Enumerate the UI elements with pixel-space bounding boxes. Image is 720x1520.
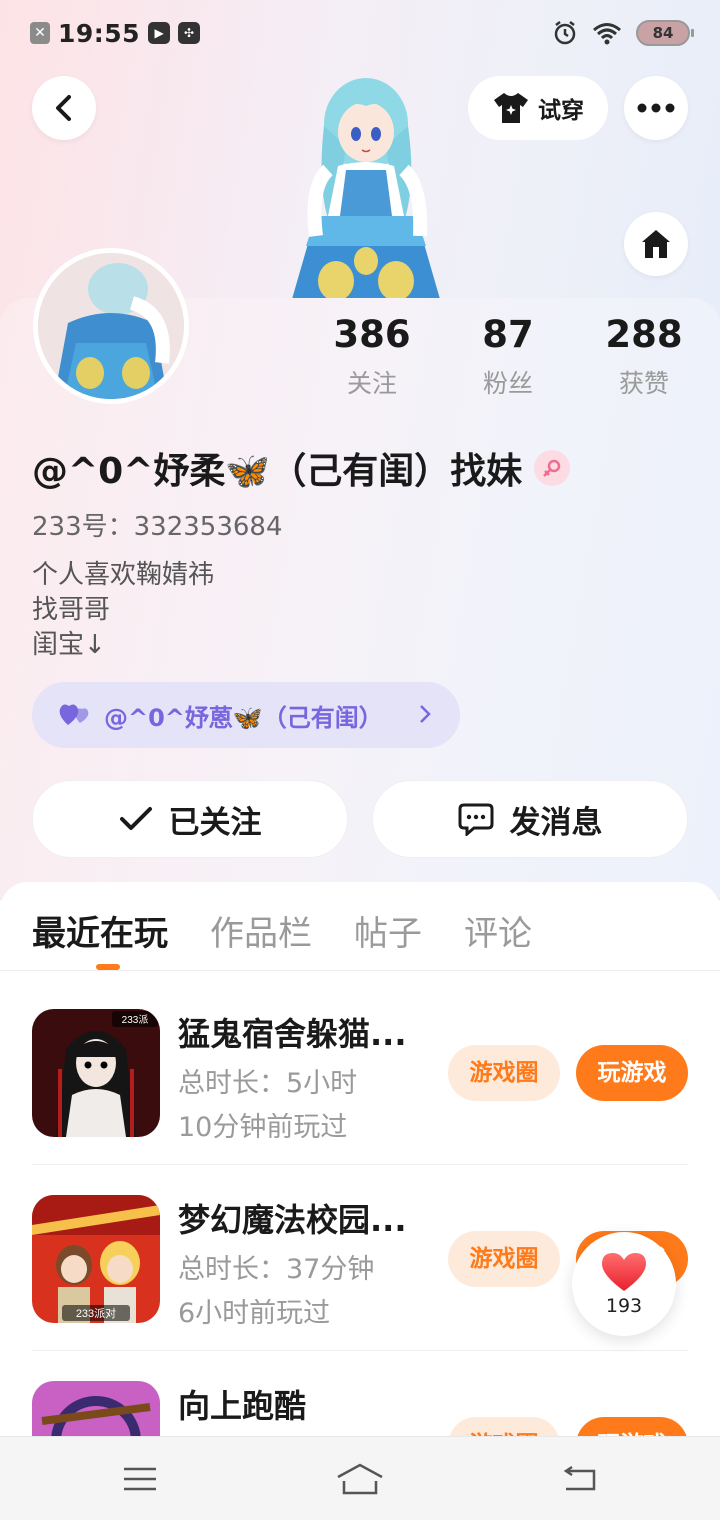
bio-line: 个人喜欢鞠婧祎	[32, 560, 215, 590]
row-divider	[32, 1164, 688, 1165]
couple-link[interactable]: @^0^妤蒽🦋（己有闺）	[32, 682, 460, 748]
couple-label: @^0^妤蒽🦋（己有闺）	[104, 703, 383, 732]
more-icon	[637, 103, 675, 113]
more-button[interactable]	[624, 76, 688, 140]
check-icon	[119, 807, 152, 830]
menu-icon	[124, 1467, 156, 1491]
tab-posts[interactable]: 帖子	[354, 906, 422, 955]
send-message-label: 发消息	[509, 804, 603, 841]
status-time: 19:55	[58, 18, 141, 48]
tab-bar: 最近在玩 作品栏 帖子 评论	[32, 906, 574, 955]
return-icon	[563, 1465, 596, 1491]
game-circle-button[interactable]: 游戏圈	[448, 1045, 560, 1101]
game-last-played: 10分钟前玩过	[178, 1112, 348, 1143]
try-on-button[interactable]: 试穿	[468, 76, 608, 140]
game-total-duration: 总时长：5小时	[178, 1068, 358, 1099]
like-count: 193	[605, 1295, 643, 1317]
game-row[interactable]: 233派 猛鬼宿舍躲猫... 总时长：5小时 10分钟前玩过 游戏圈 玩游戏	[32, 1009, 688, 1143]
back-nav-button[interactable]	[550, 1457, 610, 1501]
play-game-button[interactable]: 玩游戏	[576, 1045, 688, 1101]
notification-icon: ✕	[30, 22, 50, 44]
user-id: 233号：332353684	[32, 512, 283, 542]
tab-works[interactable]: 作品栏	[210, 906, 312, 955]
heart-icon	[602, 1253, 646, 1291]
tab-comments[interactable]: 评论	[464, 906, 532, 955]
chevron-left-icon	[56, 95, 71, 121]
followed-button[interactable]: 已关注	[32, 780, 348, 858]
following-count: 386	[333, 313, 411, 356]
home-nav-button[interactable]	[330, 1457, 390, 1501]
status-bar: ✕ 19:55 ▶ ✣ 84	[0, 0, 720, 66]
female-gender-icon	[534, 450, 571, 486]
home-icon	[642, 230, 670, 258]
game-circle-button[interactable]: 游戏圈	[448, 1231, 560, 1287]
row-divider	[32, 1350, 688, 1351]
system-navigation-bar	[0, 1436, 720, 1520]
battery-indicator: 84	[636, 20, 694, 46]
tab-recently-played[interactable]: 最近在玩	[32, 906, 168, 955]
avatar-image	[38, 253, 184, 399]
game-title: 向上跑酷	[178, 1387, 307, 1425]
stat-following[interactable]: 386 关注	[312, 312, 432, 400]
media-icon: ▶	[148, 22, 171, 44]
send-message-button[interactable]: 发消息	[372, 780, 688, 858]
bio-line: 找哥哥	[32, 595, 111, 625]
home-button[interactable]	[624, 212, 688, 276]
tab-divider	[0, 970, 720, 971]
bio: 个人喜欢鞠婧祎 找哥哥 闺宝↓	[32, 558, 214, 663]
game-last-played: 6小时前玩过	[178, 1298, 331, 1329]
game-badge: 233派	[122, 1014, 149, 1026]
wifi-icon	[593, 23, 621, 45]
username-row: @^0^妤柔🦋（己有闺）找妹	[32, 442, 571, 494]
game-icon: 233派	[32, 1009, 160, 1137]
likes-count: 288	[605, 313, 683, 356]
menu-nav-button[interactable]	[110, 1457, 170, 1501]
username: @^0^妤柔🦋（己有闺）找妹	[32, 451, 523, 492]
alarm-icon	[554, 21, 576, 45]
shirt-icon	[494, 93, 528, 123]
chat-icon	[458, 803, 493, 836]
game-badge: 233派对	[76, 1306, 116, 1320]
content-panel: 最近在玩 作品栏 帖子 评论	[0, 882, 720, 1442]
character-illustration	[290, 78, 442, 306]
back-button[interactable]	[32, 76, 96, 140]
likes-label: 获赞	[618, 369, 669, 398]
fans-count: 87	[482, 313, 534, 356]
game-title: 梦幻魔法校园...	[178, 1201, 407, 1239]
home-outline-icon	[337, 1463, 383, 1495]
followed-label: 已关注	[168, 804, 262, 841]
game-icon: 233派对	[32, 1195, 160, 1323]
stat-likes[interactable]: 288 获赞	[584, 312, 704, 400]
try-on-label: 试穿	[538, 98, 584, 124]
game-title: 猛鬼宿舍躲猫...	[178, 1015, 407, 1053]
avatar[interactable]	[33, 248, 189, 404]
bio-line: 闺宝↓	[32, 630, 106, 660]
fan-icon: ✣	[178, 22, 201, 44]
like-button[interactable]: 193	[572, 1232, 676, 1336]
following-label: 关注	[346, 369, 397, 398]
game-total-duration: 总时长：37分钟	[178, 1254, 375, 1285]
double-heart-icon	[59, 704, 89, 725]
stat-fans[interactable]: 87 粉丝	[448, 312, 568, 400]
chevron-right-icon	[420, 705, 431, 723]
fans-label: 粉丝	[482, 369, 533, 398]
